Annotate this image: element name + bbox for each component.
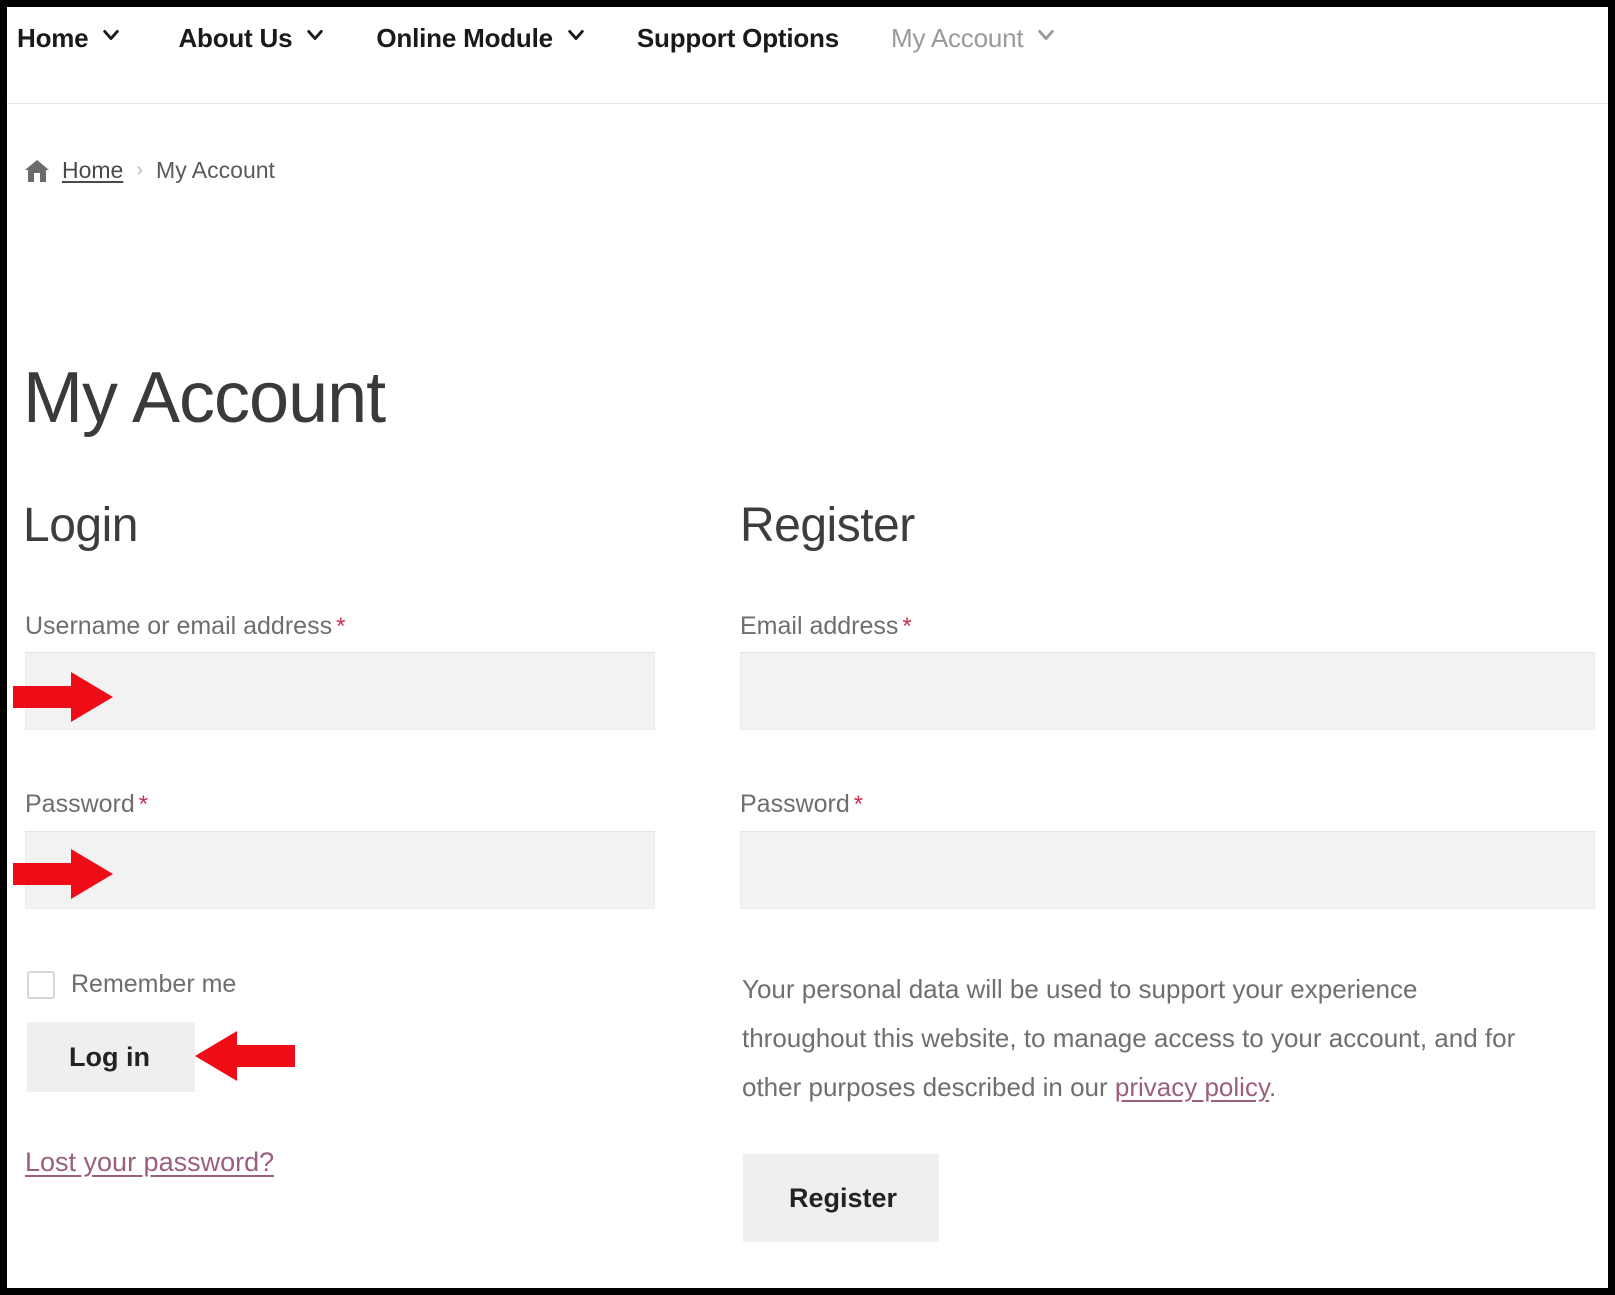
required-asterisk: * [336,613,346,640]
nav-item-my-account-label: My Account [891,22,1024,53]
log-in-button[interactable]: Log in [27,1022,195,1092]
annotation-arrow-right-icon [13,847,113,901]
page-title: My Account [23,358,386,438]
login-heading: Login [23,499,138,552]
lost-password-link[interactable]: Lost your password? [25,1147,274,1178]
username-label: Username or email address * [25,612,345,641]
remember-me-label: Remember me [71,970,237,998]
privacy-notice: Your personal data will be used to suppo… [742,965,1532,1112]
nav-item-home-label: Home [17,22,89,53]
breadcrumb-home-link[interactable]: Home [62,157,123,184]
privacy-notice-after: . [1269,1072,1277,1102]
required-asterisk: * [138,791,149,818]
login-password-input[interactable] [25,831,655,909]
chevron-down-icon[interactable] [306,26,324,44]
email-label-text: Email address [740,612,899,640]
email-label: Email address * [740,612,912,641]
required-asterisk: * [902,613,912,640]
username-input[interactable] [25,652,655,730]
register-heading: Register [740,499,915,552]
nav-item-about-us[interactable]: About Us [178,19,324,58]
remember-me-row[interactable]: Remember me [27,970,236,999]
nav-item-support-options[interactable]: Support Options [637,19,839,58]
nav-item-my-account[interactable]: My Account [891,19,1055,58]
remember-me-checkbox[interactable] [27,970,55,999]
chevron-down-icon[interactable] [1037,26,1055,44]
required-asterisk: * [853,791,864,818]
nav-item-online-module-label: Online Module [376,22,553,53]
register-button[interactable]: Register [743,1154,939,1242]
register-password-input[interactable] [740,831,1595,909]
username-label-text: Username or email address [25,612,333,640]
login-password-label-text: Password [25,790,135,818]
nav-divider [7,103,1608,104]
page-screenshot: Home About Us Online Module Support Opti… [0,0,1615,1295]
breadcrumb-separator-icon: › [136,159,144,181]
chevron-down-icon[interactable] [567,26,585,44]
nav-item-online-module[interactable]: Online Module [376,19,585,58]
nav-item-support-options-label: Support Options [636,22,839,53]
home-icon[interactable] [23,158,51,184]
breadcrumb: Home › My Account [23,157,275,184]
annotation-arrow-right-icon [13,670,113,724]
login-password-label: Password * [25,790,148,819]
register-password-label-text: Password [740,790,850,818]
email-input[interactable] [740,652,1595,730]
register-password-label: Password * [740,790,863,819]
chevron-down-icon[interactable] [102,26,120,44]
main-navigation: Home About Us Online Module Support Opti… [7,7,1608,69]
annotation-arrow-left-icon [195,1029,295,1083]
nav-item-about-us-label: About Us [178,22,293,53]
breadcrumb-current: My Account [156,157,275,183]
privacy-policy-link[interactable]: privacy policy [1115,1072,1269,1102]
nav-item-home[interactable]: Home [17,19,120,58]
